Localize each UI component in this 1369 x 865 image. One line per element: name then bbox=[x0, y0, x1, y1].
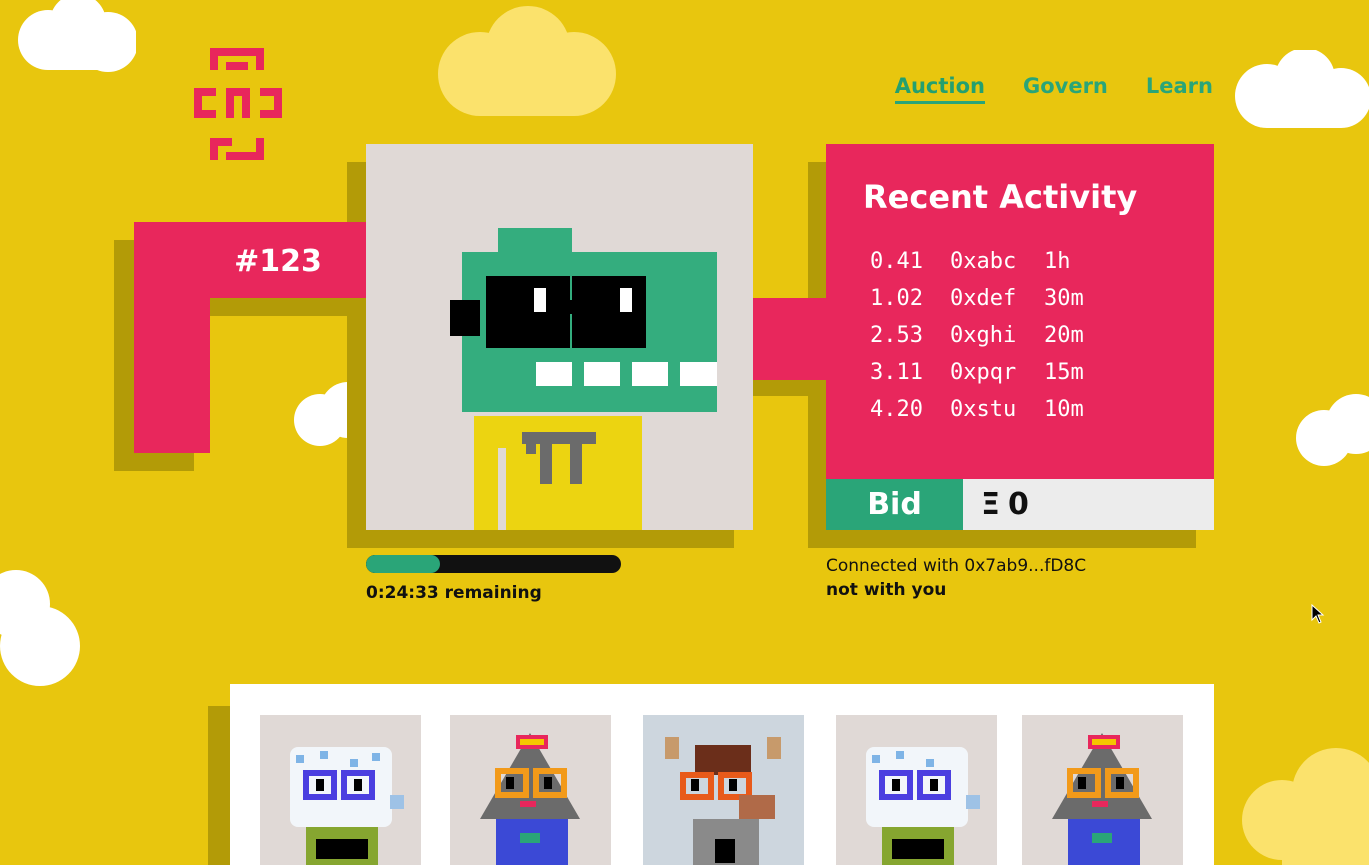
activity-title: Recent Activity bbox=[863, 178, 1138, 216]
activity-row: 4.20 0xstu 10m bbox=[870, 394, 1084, 431]
activity-row: 0.41 0xabc 1h bbox=[870, 246, 1084, 283]
lot-number: #123 bbox=[234, 244, 322, 279]
gallery-thumbnail[interactable] bbox=[260, 715, 421, 865]
time-remaining: 0:24:33 remaining bbox=[366, 583, 542, 603]
cloud-icon bbox=[1296, 394, 1369, 466]
auction-progress-bar bbox=[366, 555, 621, 573]
nav-govern-link[interactable]: Govern bbox=[1023, 74, 1108, 104]
bid-amount: 2.53 bbox=[870, 323, 923, 348]
cloud-icon bbox=[18, 0, 136, 72]
noun-character-icon bbox=[450, 228, 717, 530]
wallet-status-text: not with you bbox=[826, 580, 947, 600]
bidder-address: 0xghi bbox=[950, 323, 1017, 348]
cloud-icon bbox=[1242, 748, 1369, 865]
connector-pipe bbox=[753, 298, 826, 380]
auction-progress-fill bbox=[366, 555, 440, 573]
bid-amount: 4.20 bbox=[870, 397, 923, 422]
nav-learn-link[interactable]: Learn bbox=[1146, 74, 1213, 104]
logo-icon[interactable] bbox=[194, 48, 282, 160]
bidder-address: 0xpqr bbox=[950, 360, 1017, 385]
gallery-thumbnail[interactable] bbox=[1022, 715, 1183, 865]
bidder-address: 0xstu bbox=[950, 397, 1017, 422]
activity-list: 0.41 0xabc 1h 1.02 0xdef 30m 2.53 0xghi 20m 3.… bbox=[870, 246, 1084, 431]
main-nav: Auction Govern Learn bbox=[894, 74, 1213, 104]
activity-row: 1.02 0xdef 30m bbox=[870, 283, 1084, 320]
bid-amount: 1.02 bbox=[870, 286, 923, 311]
bid-time: 10m bbox=[1044, 397, 1084, 422]
bid-time: 20m bbox=[1044, 323, 1084, 348]
recent-activity-panel: Recent Activity 0.41 0xabc 1h 1.02 0xdef 30m… bbox=[826, 144, 1214, 479]
gallery-thumbnail[interactable] bbox=[836, 715, 997, 865]
activity-row: 3.11 0xpqr 15m bbox=[870, 357, 1084, 394]
bid-amount-input[interactable]: Ξ 0 bbox=[963, 479, 1214, 530]
wallet-connected-text: Connected with 0x7ab9...fD8C bbox=[826, 556, 1087, 576]
bid-time: 15m bbox=[1044, 360, 1084, 385]
eth-symbol: Ξ bbox=[981, 487, 1000, 522]
nav-auction-link[interactable]: Auction bbox=[894, 74, 985, 104]
bid-time: 1h bbox=[1044, 249, 1071, 274]
gallery-thumbnail[interactable] bbox=[450, 715, 611, 865]
bidder-address: 0xdef bbox=[950, 286, 1017, 311]
bid-time: 30m bbox=[1044, 286, 1084, 311]
activity-row: 2.53 0xghi 20m bbox=[870, 320, 1084, 357]
cloud-icon bbox=[438, 6, 616, 116]
bidder-address: 0xabc bbox=[950, 249, 1017, 274]
bid-input-value: 0 bbox=[1007, 487, 1029, 522]
mouse-cursor-icon bbox=[1311, 604, 1325, 624]
past-auctions-gallery bbox=[230, 684, 1214, 865]
cloud-icon bbox=[0, 570, 80, 686]
bid-form: Bid Ξ 0 bbox=[826, 479, 1214, 530]
bid-amount: 3.11 bbox=[870, 360, 923, 385]
cloud-icon bbox=[1235, 50, 1369, 128]
auction-artwork[interactable] bbox=[366, 144, 753, 530]
bid-button[interactable]: Bid bbox=[826, 479, 963, 530]
bid-amount: 0.41 bbox=[870, 249, 923, 274]
gallery-thumbnail[interactable] bbox=[643, 715, 804, 865]
